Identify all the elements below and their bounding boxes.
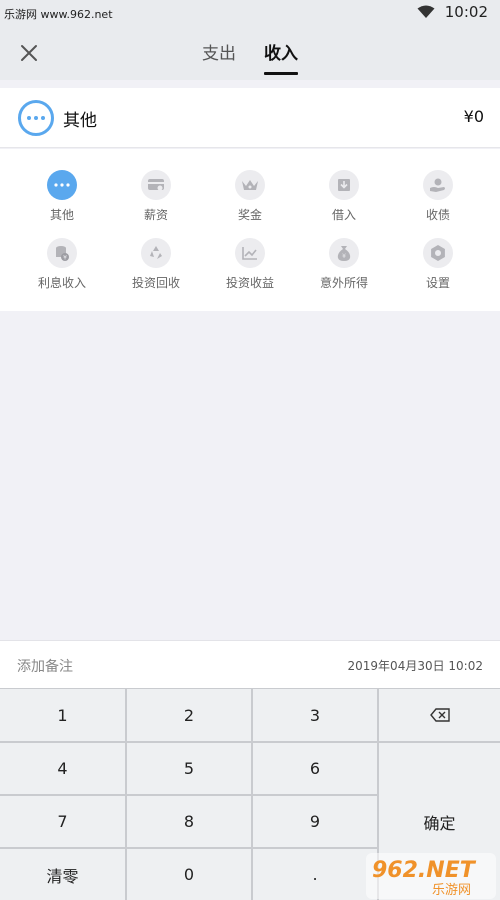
key-1[interactable]: 1 (0, 689, 125, 741)
header: 支出 收入 (0, 26, 500, 80)
key-9[interactable]: 9 (253, 796, 377, 847)
watermark-text: 乐游网 www.962.net (4, 8, 113, 21)
key-4[interactable]: 4 (0, 743, 125, 794)
coins-icon: ¥ (47, 238, 77, 268)
backspace-icon (429, 708, 450, 722)
category-windfall[interactable]: ¥ 意外所得 (297, 238, 391, 291)
selected-category-label: 其他 (63, 111, 97, 131)
close-button[interactable] (16, 40, 42, 66)
category-label: 设置 (425, 276, 450, 290)
key-7[interactable]: 7 (0, 796, 125, 847)
category-label: 投资回收 (131, 276, 180, 290)
money-bag-icon: ¥ (329, 238, 359, 268)
line-chart-icon (235, 238, 265, 268)
date-selector[interactable]: 2019年04月30日 10:02 (348, 657, 483, 674)
selected-category-row: 其他 ¥0 (0, 88, 500, 148)
crown-icon (235, 170, 265, 200)
key-5[interactable]: 5 (127, 743, 251, 794)
logo-subtext: 乐游网 (432, 883, 471, 898)
backspace-button[interactable] (379, 689, 500, 741)
key-decimal-point[interactable]: . (253, 849, 377, 900)
category-label: 收债 (425, 208, 450, 222)
category-grid: 其他 薪资 奖金 借入 收债 ¥ 利息收入 投资回收 投资收益 ¥ 意外所得 设… (0, 149, 500, 311)
recycle-icon (141, 238, 171, 268)
watermark-logo: 962.NET 乐游网 (366, 853, 496, 899)
category-salary[interactable]: 薪资 (109, 170, 203, 223)
category-label: 奖金 (237, 208, 262, 222)
category-label: 其他 (49, 208, 74, 222)
category-label: 意外所得 (319, 276, 368, 290)
category-label: 投资收益 (225, 276, 274, 290)
wifi-icon (417, 5, 435, 18)
svg-text:¥: ¥ (63, 255, 67, 262)
category-settings[interactable]: 设置 (391, 238, 485, 291)
key-6[interactable]: 6 (253, 743, 377, 794)
category-label: 利息收入 (37, 276, 86, 290)
more-dots-icon (47, 170, 77, 200)
category-debt-collect[interactable]: 收债 (391, 170, 485, 223)
gear-icon (423, 238, 453, 268)
debt-collect-icon (423, 170, 453, 200)
category-label: 借入 (331, 208, 356, 222)
svg-text:¥: ¥ (342, 253, 346, 260)
tab-income[interactable]: 收入 (264, 39, 298, 64)
key-2[interactable]: 2 (127, 689, 251, 741)
category-borrow-in[interactable]: 借入 (297, 170, 391, 223)
category-other[interactable]: 其他 (15, 170, 109, 223)
borrow-in-icon (329, 170, 359, 200)
category-bonus[interactable]: 奖金 (203, 170, 297, 223)
more-dots-icon (18, 100, 54, 136)
category-interest[interactable]: ¥ 利息收入 (15, 238, 109, 291)
logo-text: 962.NET (372, 858, 477, 883)
note-bar: 添加备注 2019年04月30日 10:02 (0, 640, 500, 688)
salary-card-icon (141, 170, 171, 200)
key-3[interactable]: 3 (253, 689, 377, 741)
status-bar: 乐游网 www.962.net 10:02 (0, 0, 500, 26)
key-8[interactable]: 8 (127, 796, 251, 847)
category-investment-return[interactable]: 投资回收 (109, 238, 203, 291)
active-tab-indicator (264, 72, 298, 75)
status-indicators: 10:02 (417, 3, 488, 21)
category-investment-income[interactable]: 投资收益 (203, 238, 297, 291)
close-icon (21, 45, 37, 61)
key-0[interactable]: 0 (127, 849, 251, 900)
clear-button[interactable]: 清零 (0, 849, 125, 900)
category-label: 薪资 (143, 208, 168, 222)
tab-expense[interactable]: 支出 (202, 39, 236, 64)
status-time: 10:02 (444, 3, 488, 21)
note-input[interactable]: 添加备注 (17, 656, 73, 676)
amount-display: ¥0 (463, 107, 484, 126)
